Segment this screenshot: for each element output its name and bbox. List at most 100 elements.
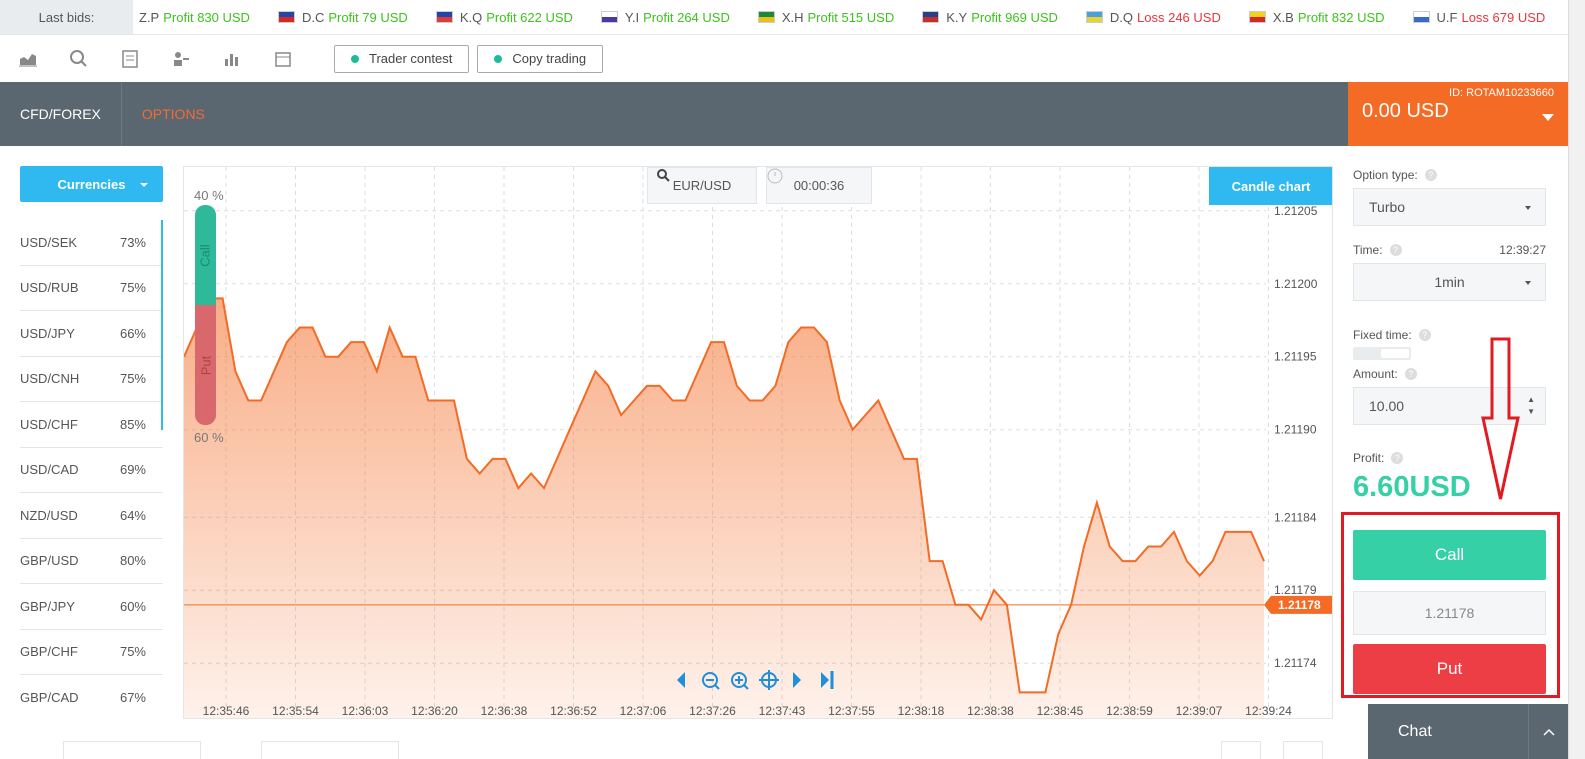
bottom-tab[interactable] [63, 741, 201, 759]
x-tick-label: 12:36:38 [481, 704, 528, 718]
x-tick-label: 12:36:03 [342, 704, 389, 718]
user-icon[interactable] [171, 49, 191, 69]
area-chart-icon[interactable] [18, 49, 38, 69]
tab-options[interactable]: OPTIONS [122, 82, 225, 146]
x-tick-label: 12:36:20 [411, 704, 458, 718]
pair-label: EUR/USD [672, 178, 732, 193]
price-chart-svg: 1.21178 1.21205 1.21200 1.21195 1.21190 1.211… [184, 167, 1332, 718]
copy-trading-button[interactable]: Copy trading [477, 44, 604, 73]
asset-name: GBP/USD [20, 553, 79, 569]
asset-list-item[interactable]: GBP/CAD 67% [20, 675, 163, 721]
trader-name: D.C [301, 9, 325, 25]
asset-list-item[interactable]: USD/CAD 69% [20, 448, 163, 493]
chevron-up-icon[interactable] [1528, 704, 1568, 759]
currencies-dropdown[interactable]: Currencies [20, 166, 163, 202]
x-tick-label: 12:37:55 [828, 704, 875, 718]
asset-list-item[interactable]: USD/CHF 85% [20, 402, 163, 448]
y-tick-label: 1.21184 [1274, 510, 1317, 524]
x-tick-label: 12:37:06 [620, 704, 667, 718]
bottom-tab[interactable] [261, 741, 399, 759]
bottom-tab[interactable] [1221, 741, 1261, 759]
x-tick-label: 12:38:38 [967, 704, 1014, 718]
document-icon[interactable] [120, 49, 140, 69]
help-icon[interactable]: ? [1424, 169, 1437, 181]
caret-down-icon [1525, 206, 1531, 210]
asset-list-item[interactable]: USD/RUB 75% [20, 266, 163, 311]
search-icon [657, 169, 670, 182]
trader-name: U.F [1436, 9, 1458, 25]
ticker-item: X.B Profit 832 USD [1248, 10, 1385, 25]
asset-name: USD/JPY [20, 325, 75, 341]
x-tick-label: 12:38:59 [1106, 704, 1153, 718]
bottom-tab[interactable] [1283, 741, 1323, 759]
trade-result: Profit 264 USD [643, 9, 730, 25]
status-dot-icon [494, 54, 503, 63]
current-price-label: 1.21178 [1278, 598, 1321, 612]
caret-down-icon [1525, 281, 1531, 285]
asset-payout: 75% [119, 280, 146, 296]
time-select[interactable]: 1min [1353, 263, 1546, 301]
trade-result: Profit 79 USD [328, 9, 408, 25]
ticker-item: Y.I Profit 264 USD [600, 9, 730, 25]
tab-cfd-forex[interactable]: CFD/FOREX [0, 82, 122, 146]
trade-result: Profit 830 USD [163, 9, 250, 25]
candle-chart-button[interactable]: Candle chart [1209, 167, 1332, 205]
help-icon[interactable]: ? [1404, 368, 1417, 380]
asset-list-item[interactable]: USD/SEK 73% [20, 220, 163, 266]
amount-stepper-icon[interactable]: ▲ ▼ [1527, 394, 1535, 418]
asset-list-item[interactable]: GBP/CHF 75% [20, 630, 163, 675]
y-tick-label: 1.21174 [1274, 656, 1317, 670]
trader-name: K.Y [946, 9, 968, 25]
ticker-item: D.Q Loss 246 USD [1085, 10, 1221, 25]
x-tick-label: 12:37:26 [689, 704, 736, 718]
asset-name: USD/SEK [20, 234, 78, 250]
bottom-strip [0, 720, 1368, 759]
balance-dropdown[interactable]: ID: ROTAM10233660 0.00 USD [1348, 82, 1568, 146]
x-tick-label: 12:36:52 [550, 704, 597, 718]
asset-list-item[interactable]: NZD/USD 64% [20, 493, 163, 539]
bar-chart-icon[interactable] [222, 49, 242, 69]
time-clock: 12:39:27 [1499, 243, 1546, 257]
annotation-highlight-box [1341, 512, 1560, 698]
fixed-time-toggle[interactable] [1353, 347, 1411, 360]
help-icon[interactable]: ? [1391, 452, 1404, 464]
x-tick-label: 12:38:18 [898, 704, 945, 718]
flag-icon [1085, 11, 1103, 23]
option-type-value: Turbo [1369, 199, 1406, 215]
call-percentage: 40 % [194, 188, 224, 203]
asset-list-item[interactable]: USD/JPY 66% [20, 311, 163, 357]
trader-contest-button[interactable]: Trader contest [334, 44, 470, 73]
pair-selector[interactable]: EUR/USD [647, 167, 757, 204]
flag-icon [277, 11, 295, 23]
asset-payout: 73% [119, 234, 146, 250]
asset-name: NZD/USD [20, 507, 78, 523]
account-id: ID: ROTAM10233660 [1449, 87, 1554, 99]
asset-list-item[interactable]: GBP/JPY 60% [20, 584, 163, 630]
asset-list-scrollbar[interactable] [161, 220, 163, 430]
ticker-item: K.Q Profit 622 USD [435, 10, 573, 25]
option-type-select[interactable]: Turbo [1353, 188, 1546, 226]
trader-name: Y.I [624, 9, 640, 25]
status-dot-icon [351, 54, 359, 63]
help-icon[interactable]: ? [1389, 244, 1402, 256]
time-value: 1min [1434, 274, 1465, 290]
chat-widget[interactable]: Chat [1368, 704, 1568, 759]
balance-amount: 0.00 USD [1362, 100, 1449, 122]
flag-icon [435, 11, 453, 23]
x-tick-label: 12:39:24 [1245, 704, 1292, 718]
trader-name: X.H [781, 9, 804, 25]
asset-payout: 69% [119, 462, 146, 478]
asset-list-item[interactable]: GBP/USD 80% [20, 539, 163, 584]
calendar-icon[interactable] [273, 49, 293, 69]
price-chart[interactable]: 1.21178 1.21205 1.21200 1.21195 1.21190 1.211… [183, 166, 1333, 719]
last-bids-label: Last bids: [0, 0, 133, 34]
toggle-knob [1381, 349, 1409, 358]
call-put-sentiment-bar: Call Put [195, 205, 216, 425]
trade-result: Profit 515 USD [807, 9, 895, 25]
flag-icon [1412, 11, 1430, 23]
asset-list-item[interactable]: USD/CNH 75% [20, 357, 163, 402]
search-chart-icon[interactable] [69, 49, 89, 69]
page-scrollbar[interactable] [1568, 0, 1585, 759]
help-icon[interactable]: ? [1418, 329, 1431, 341]
ticker-item: D.C Profit 79 USD [277, 9, 408, 25]
